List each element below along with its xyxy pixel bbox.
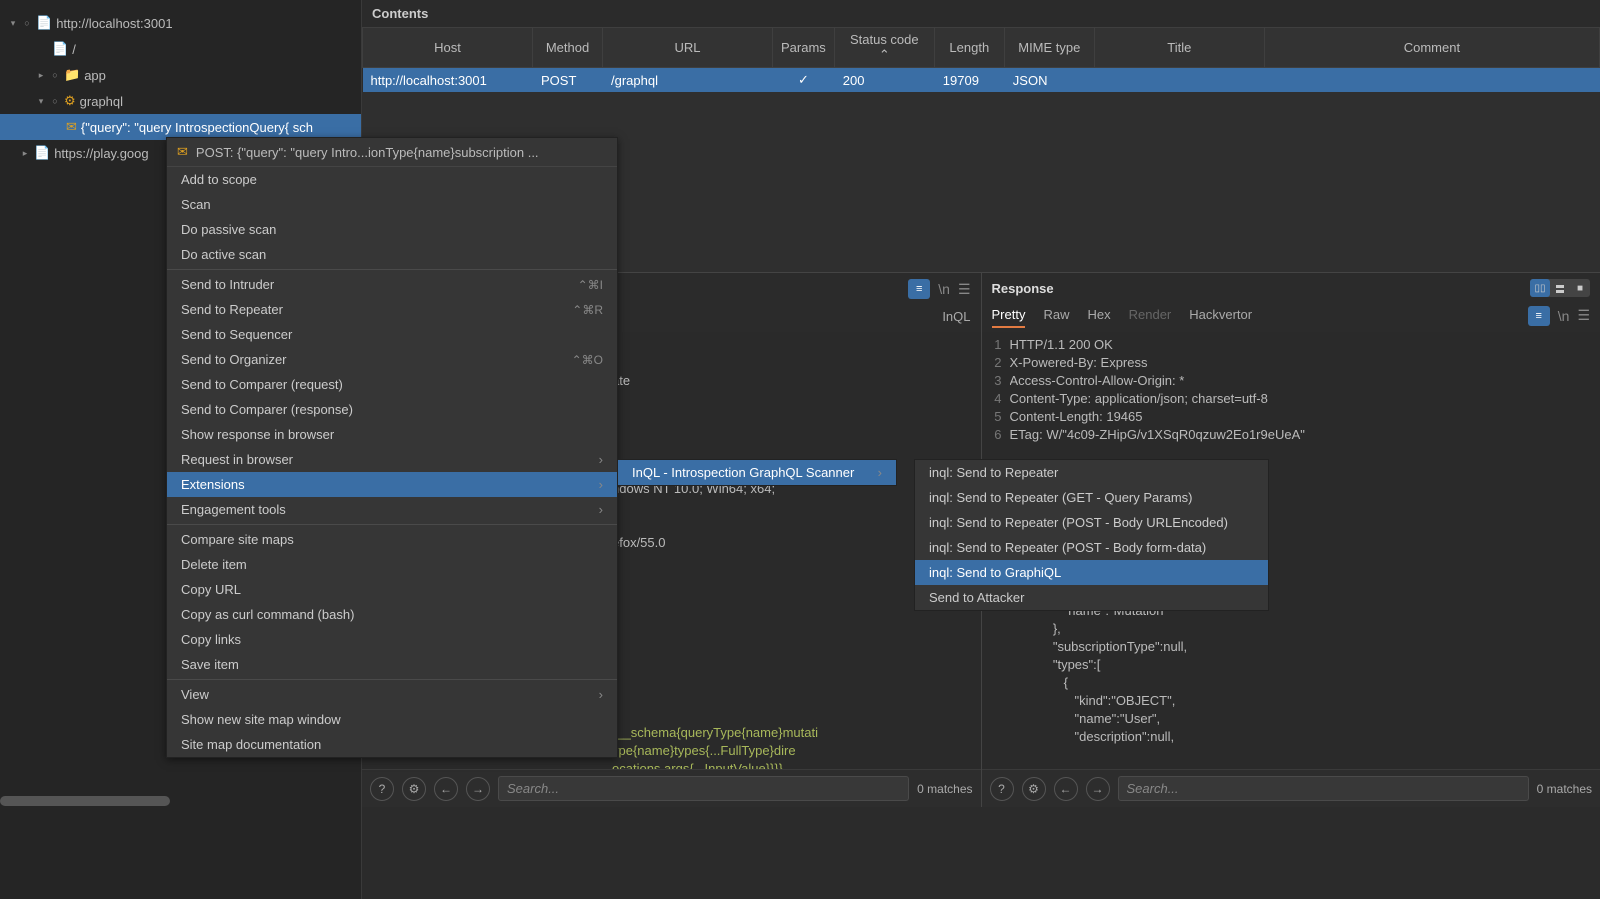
ctx-view[interactable]: View› xyxy=(167,682,617,707)
ctx-do-passive-scan[interactable]: Do passive scan xyxy=(167,217,617,242)
ctx-send-to-organizer[interactable]: Send to Organizer⌃⌘O xyxy=(167,347,617,372)
ctx-save-item[interactable]: Save item xyxy=(167,652,617,677)
context-menu[interactable]: ✉ POST: {"query": "query Intro...ionType… xyxy=(166,137,618,758)
ctx-copy-as-curl-command-bash-[interactable]: Copy as curl command (bash) xyxy=(167,602,617,627)
help-icon[interactable]: ? xyxy=(990,777,1014,801)
tab-hex[interactable]: Hex xyxy=(1087,303,1110,328)
ctx-send-to-comparer-response-[interactable]: Send to Comparer (response) xyxy=(167,397,617,422)
bullet-icon: ○ xyxy=(50,96,60,106)
back-icon[interactable]: ← xyxy=(434,777,458,801)
chevron-right-icon: › xyxy=(599,502,603,517)
tab-inql[interactable]: InQL xyxy=(942,305,970,328)
match-count: 0 matches xyxy=(1537,782,1592,796)
inql-action[interactable]: inql: Send to Repeater (GET - Query Para… xyxy=(915,485,1268,510)
bullet-icon: ○ xyxy=(50,70,60,80)
back-icon[interactable]: ← xyxy=(1054,777,1078,801)
ctx-do-active-scan[interactable]: Do active scan xyxy=(167,242,617,267)
bullet-icon: ○ xyxy=(22,18,32,28)
ctx-send-to-repeater[interactable]: Send to Repeater⌃⌘R xyxy=(167,297,617,322)
request-icon: ✉ xyxy=(66,119,77,135)
extensions-submenu[interactable]: InQL - Introspection GraphQL Scanner › xyxy=(617,459,897,486)
inql-action[interactable]: inql: Send to GraphiQL xyxy=(915,560,1268,585)
chevron-right-icon: ▸ xyxy=(36,70,46,81)
ctx-send-to-sequencer[interactable]: Send to Sequencer xyxy=(167,322,617,347)
host-icon: 📄 xyxy=(36,15,52,31)
ctx-delete-item[interactable]: Delete item xyxy=(167,552,617,577)
settings-icon[interactable]: ⚙ xyxy=(402,777,426,801)
table-row[interactable]: http://localhost:3001 POST /graphql ✓ 20… xyxy=(363,68,1600,93)
inql-action[interactable]: inql: Send to Repeater (POST - Body URLE… xyxy=(915,510,1268,535)
col-mime[interactable]: MIME type xyxy=(1004,28,1094,68)
contents-title: Contents xyxy=(362,0,1600,27)
ctx-engagement-tools[interactable]: Engagement tools› xyxy=(167,497,617,522)
file-icon: 📄 xyxy=(52,41,68,57)
newline-toggle[interactable]: \n xyxy=(938,281,950,297)
settings-icon[interactable]: ⚙ xyxy=(1022,777,1046,801)
match-count: 0 matches xyxy=(917,782,972,796)
chevron-right-icon: › xyxy=(599,687,603,702)
menu-icon[interactable]: ☰ xyxy=(958,281,971,298)
ctx-copy-links[interactable]: Copy links xyxy=(167,627,617,652)
ctx-site-map-documentation[interactable]: Site map documentation xyxy=(167,732,617,757)
tab-hackvertor[interactable]: Hackvertor xyxy=(1189,303,1252,328)
ctx-send-to-intruder[interactable]: Send to Intruder⌃⌘I xyxy=(167,272,617,297)
ctx-add-to-scope[interactable]: Add to scope xyxy=(167,167,617,192)
col-length[interactable]: Length xyxy=(934,28,1004,68)
ctx-show-new-site-map-window[interactable]: Show new site map window xyxy=(167,707,617,732)
tree-item-graphql[interactable]: ▾ ○ ⚙ graphql xyxy=(0,88,361,114)
inql-action[interactable]: inql: Send to Repeater xyxy=(915,460,1268,485)
gear-icon: ⚙ xyxy=(64,93,76,109)
forward-icon[interactable]: → xyxy=(1086,777,1110,801)
wrap-icon[interactable]: ≡ xyxy=(908,279,930,299)
layout-toggle[interactable]: ▯▯ 〓 ■ xyxy=(1530,279,1590,297)
search-input[interactable]: Search... xyxy=(1118,776,1529,801)
tab-raw[interactable]: Raw xyxy=(1043,303,1069,328)
tab-render[interactable]: Render xyxy=(1129,303,1172,328)
submenu-inql-scanner[interactable]: InQL - Introspection GraphQL Scanner › xyxy=(618,460,896,485)
horizontal-scrollbar[interactable] xyxy=(0,796,170,806)
request-icon: ✉ xyxy=(177,144,188,160)
chevron-right-icon: › xyxy=(878,465,882,480)
inql-action[interactable]: inql: Send to Repeater (POST - Body form… xyxy=(915,535,1268,560)
folder-icon: 📁 xyxy=(64,67,80,83)
chevron-right-icon: › xyxy=(599,452,603,467)
newline-toggle[interactable]: \n xyxy=(1558,308,1570,324)
layout-columns-icon[interactable]: ▯▯ xyxy=(1530,279,1550,297)
col-status[interactable]: Status code ⌃ xyxy=(834,28,934,68)
col-comment[interactable]: Comment xyxy=(1264,28,1599,68)
ctx-copy-url[interactable]: Copy URL xyxy=(167,577,617,602)
tree-root-host[interactable]: ▾ ○ 📄 http://localhost:3001 xyxy=(0,10,361,36)
chevron-down-icon: ▾ xyxy=(8,18,18,29)
tab-pretty[interactable]: Pretty xyxy=(992,303,1026,328)
chevron-right-icon: ▸ xyxy=(20,148,30,159)
forward-icon[interactable]: → xyxy=(466,777,490,801)
ctx-scan[interactable]: Scan xyxy=(167,192,617,217)
menu-icon[interactable]: ☰ xyxy=(1577,307,1590,324)
inql-action[interactable]: Send to Attacker xyxy=(915,585,1268,610)
ctx-show-response-in-browser[interactable]: Show response in browser xyxy=(167,422,617,447)
col-method[interactable]: Method xyxy=(533,28,603,68)
chevron-down-icon: ▾ xyxy=(36,96,46,107)
response-title: Response xyxy=(992,281,1054,296)
search-input[interactable]: Search... xyxy=(498,776,909,801)
chevron-right-icon: › xyxy=(599,477,603,492)
inql-submenu[interactable]: inql: Send to Repeaterinql: Send to Repe… xyxy=(914,459,1269,611)
help-icon[interactable]: ? xyxy=(370,777,394,801)
ctx-request-in-browser[interactable]: Request in browser› xyxy=(167,447,617,472)
col-title[interactable]: Title xyxy=(1094,28,1264,68)
host-icon: 📄 xyxy=(34,145,50,161)
contents-table: Host Method URL Params Status code ⌃ Len… xyxy=(362,27,1600,92)
ctx-send-to-comparer-request-[interactable]: Send to Comparer (request) xyxy=(167,372,617,397)
layout-single-icon[interactable]: ■ xyxy=(1570,279,1590,297)
ctx-extensions[interactable]: Extensions› xyxy=(167,472,617,497)
context-title: POST: {"query": "query Intro...ionType{n… xyxy=(196,145,539,160)
wrap-icon[interactable]: ≡ xyxy=(1528,306,1550,326)
tree-item-app[interactable]: ▸ ○ 📁 app xyxy=(0,62,361,88)
col-url[interactable]: URL xyxy=(603,28,773,68)
ctx-compare-site-maps[interactable]: Compare site maps xyxy=(167,527,617,552)
col-host[interactable]: Host xyxy=(363,28,533,68)
tree-item-slash[interactable]: 📄 / xyxy=(0,36,361,62)
layout-rows-icon[interactable]: 〓 xyxy=(1550,279,1570,297)
col-params[interactable]: Params xyxy=(773,28,835,68)
